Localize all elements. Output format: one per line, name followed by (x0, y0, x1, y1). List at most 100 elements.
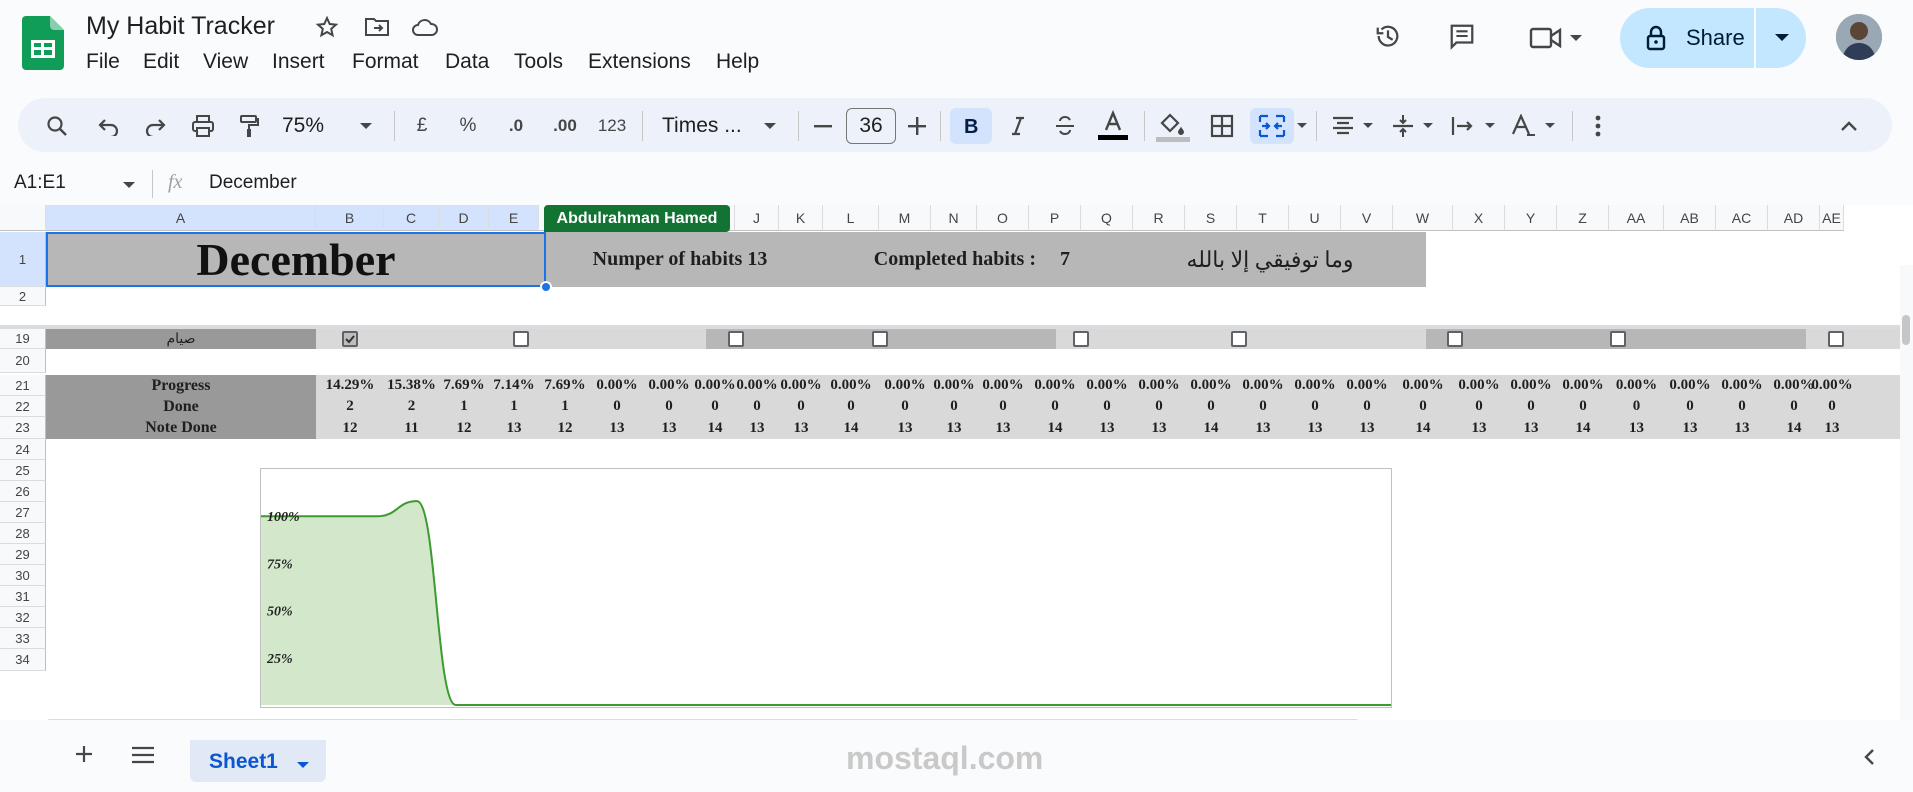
done-cell[interactable]: 0 (1029, 396, 1081, 417)
not-done-cell[interactable]: 13 (1716, 417, 1768, 439)
row-header-29[interactable]: 29 (0, 544, 46, 565)
menu-extensions[interactable]: Extensions (588, 50, 691, 74)
column-header-ae[interactable]: AE (1820, 205, 1844, 231)
done-cell[interactable]: 0 (1820, 396, 1844, 417)
row-header-1[interactable]: 1 (0, 232, 46, 287)
progress-cell[interactable]: 0.00% (1811, 375, 1852, 396)
column-header-ab[interactable]: AB (1664, 205, 1716, 231)
zoom-dropdown-icon[interactable] (356, 108, 376, 144)
progress-cell[interactable]: 0.00% (1081, 375, 1133, 396)
font-dropdown-icon[interactable] (760, 108, 780, 144)
done-cell[interactable]: 0 (1609, 396, 1664, 417)
row-header-19[interactable]: 19 (0, 329, 46, 349)
progress-cell[interactable]: 7.69% (439, 375, 489, 396)
not-done-cell[interactable]: 14 (1185, 417, 1237, 439)
row-header-20[interactable]: 20 (0, 349, 46, 373)
text-wrapping-icon[interactable] (1448, 108, 1478, 144)
column-header-p[interactable]: P (1029, 205, 1081, 231)
column-header-w[interactable]: W (1393, 205, 1453, 231)
column-header-n[interactable]: N (931, 205, 977, 231)
avatar[interactable] (1836, 14, 1882, 60)
not-done-cell[interactable]: 13 (489, 417, 539, 439)
redo-icon[interactable] (140, 108, 170, 144)
horizontal-align-icon[interactable] (1328, 108, 1358, 144)
row-header-31[interactable]: 31 (0, 586, 46, 607)
move-folder-icon[interactable] (363, 13, 391, 41)
decrease-font-size-icon[interactable] (810, 108, 836, 144)
column-header-z[interactable]: Z (1557, 205, 1609, 231)
progress-cell[interactable]: 0.00% (931, 375, 977, 396)
habit-checkbox[interactable] (1073, 331, 1089, 347)
progress-cell[interactable]: 0.00% (1505, 375, 1557, 396)
progress-cell[interactable]: 0.00% (591, 375, 643, 396)
progress-cell[interactable]: 0.00% (1341, 375, 1393, 396)
currency-format-button[interactable]: £ (410, 108, 434, 144)
column-header-s[interactable]: S (1185, 205, 1237, 231)
menu-file[interactable]: File (86, 50, 120, 74)
row-header-30[interactable]: 30 (0, 565, 46, 586)
column-header-m[interactable]: M (879, 205, 931, 231)
not-done-cell[interactable]: 12 (316, 417, 384, 439)
not-done-cell[interactable]: 13 (779, 417, 823, 439)
text-rotation-icon[interactable] (1508, 108, 1538, 144)
italic-button[interactable] (1003, 108, 1033, 144)
row-header-32[interactable]: 32 (0, 607, 46, 628)
progress-cell[interactable]: 0.00% (823, 375, 879, 396)
share-dropdown-icon[interactable] (1768, 24, 1796, 52)
not-done-cell[interactable]: 14 (1557, 417, 1609, 439)
column-header-t[interactable]: T (1237, 205, 1289, 231)
habit-checkbox[interactable] (872, 331, 888, 347)
progress-cell[interactable]: 14.29% (316, 375, 384, 396)
progress-cell[interactable]: 0.00% (1664, 375, 1716, 396)
fill-handle[interactable] (540, 281, 552, 293)
merge-cells-icon[interactable] (1250, 108, 1294, 144)
column-header-ac[interactable]: AC (1716, 205, 1768, 231)
done-cell[interactable]: 0 (1341, 396, 1393, 417)
done-cell[interactable]: 0 (779, 396, 823, 417)
done-cell[interactable]: 0 (1289, 396, 1341, 417)
meet-video-icon[interactable] (1526, 24, 1566, 52)
not-done-cell[interactable]: 13 (1237, 417, 1289, 439)
progress-cell[interactable]: 0.00% (735, 375, 779, 396)
more-options-icon[interactable] (1584, 108, 1612, 144)
done-cell[interactable]: 0 (591, 396, 643, 417)
habit-checkbox[interactable] (1610, 331, 1626, 347)
horizontal-align-dropdown-icon[interactable] (1360, 108, 1376, 144)
not-done-cell[interactable]: 14 (695, 417, 735, 439)
fill-color-button[interactable] (1154, 108, 1192, 144)
month-title[interactable]: December (46, 232, 546, 287)
add-sheet-icon[interactable] (74, 744, 98, 768)
select-all-corner[interactable] (0, 205, 46, 231)
progress-cell[interactable]: 0.00% (1133, 375, 1185, 396)
menu-format[interactable]: Format (352, 50, 419, 74)
comments-icon[interactable] (1448, 22, 1476, 50)
progress-cell[interactable]: 0.00% (1453, 375, 1505, 396)
not-done-cell[interactable]: 13 (1609, 417, 1664, 439)
habit-checkbox[interactable] (1231, 331, 1247, 347)
strikethrough-button[interactable] (1050, 108, 1080, 144)
merge-dropdown-icon[interactable] (1294, 108, 1310, 144)
column-header-o[interactable]: O (977, 205, 1029, 231)
done-cell[interactable]: 1 (489, 396, 539, 417)
habit-checkbox[interactable] (728, 331, 744, 347)
menu-tools[interactable]: Tools (514, 50, 563, 74)
not-done-cell[interactable]: 11 (384, 417, 439, 439)
not-done-cell[interactable]: 14 (1393, 417, 1453, 439)
menu-view[interactable]: View (203, 50, 248, 74)
column-header-ad[interactable]: AD (1768, 205, 1820, 231)
progress-chart[interactable]: 100% 75% 50% 25% (260, 468, 1392, 708)
text-rotation-dropdown-icon[interactable] (1542, 108, 1558, 144)
progress-cell[interactable]: 0.00% (977, 375, 1029, 396)
column-header-x[interactable]: X (1453, 205, 1505, 231)
row-header-2[interactable]: 2 (0, 287, 46, 306)
not-done-cell[interactable]: 14 (1029, 417, 1081, 439)
done-cell[interactable]: 0 (1393, 396, 1453, 417)
column-header-v[interactable]: V (1341, 205, 1393, 231)
not-done-cell[interactable]: 13 (1505, 417, 1557, 439)
done-cell[interactable]: 0 (1453, 396, 1505, 417)
not-done-cell[interactable]: 13 (1341, 417, 1393, 439)
row-header-21[interactable]: 21 (0, 375, 46, 396)
not-done-cell[interactable]: 14 (1768, 417, 1820, 439)
column-header-k[interactable]: K (779, 205, 823, 231)
increase-decimal-button[interactable]: .00 (546, 108, 584, 144)
